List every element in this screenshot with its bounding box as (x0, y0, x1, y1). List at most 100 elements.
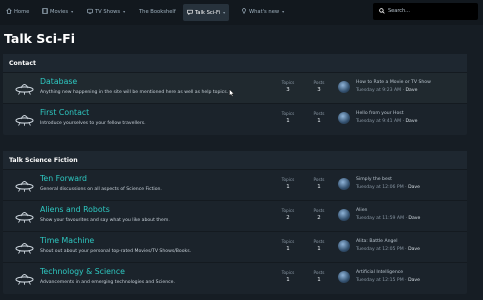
last-post-title-link[interactable]: How to Rate a Movie or TV Show (356, 80, 431, 85)
forum-row[interactable]: Database Anything new happening in the si… (3, 73, 467, 104)
topics-stat: Topics 3 (276, 80, 300, 93)
last-post-time[interactable]: Tuesday at 9:23 AM (356, 88, 401, 93)
topics-stat: Topics 1 (276, 239, 300, 252)
posts-stat: Posts 3 (307, 80, 331, 93)
forum-title-link[interactable]: Database (40, 77, 77, 86)
last-post-title-link[interactable]: Simply the best (356, 177, 392, 182)
posts-count: 1 (317, 246, 321, 252)
last-post-meta: Tuesday at 12:05 PM · Dave (356, 247, 420, 252)
forum-description: Anything new happening in the site will … (40, 90, 229, 95)
ufo-icon (15, 83, 34, 95)
forum-row[interactable]: Time Machine Shout out about your persona… (3, 232, 467, 263)
avatar[interactable] (338, 209, 350, 221)
last-post-time[interactable]: Tuesday at 11:59 AM (356, 216, 404, 221)
avatar[interactable] (338, 112, 350, 124)
ufo-icon (15, 211, 34, 223)
posts-label: Posts (313, 111, 325, 116)
posts-stat: Posts 1 (307, 270, 331, 283)
topics-stat: Topics 1 (276, 111, 300, 124)
forum-description: Introduce yourselves to your fellow trav… (40, 121, 146, 126)
last-post-meta: Tuesday at 12:06 PM · Dave (356, 185, 420, 190)
last-post-time[interactable]: Tuesday at 12:05 PM (356, 247, 404, 252)
nav-talk-sci-fi[interactable]: Talk Sci-Fi ▾ (183, 4, 230, 21)
nav-tv-shows-label: TV Shows (95, 9, 121, 15)
forum-description: General discussions on all aspects of Sc… (40, 187, 162, 192)
last-post-user[interactable]: Dave (408, 278, 420, 283)
last-post-time[interactable]: Tuesday at 12:15 PM (356, 278, 404, 283)
avatar[interactable] (338, 240, 350, 252)
topics-count: 1 (286, 277, 290, 283)
nav-movies-label: Movies (50, 9, 69, 15)
film-icon (42, 8, 48, 14)
avatar[interactable] (338, 81, 350, 93)
avatar[interactable] (338, 178, 350, 190)
posts-label: Posts (313, 80, 325, 85)
last-post-title-link[interactable]: Alita: Battle Angel (356, 239, 398, 244)
ufo-icon (15, 273, 34, 285)
last-post-title-link[interactable]: Hello from your Host (356, 111, 404, 116)
ufo-icon (15, 114, 34, 126)
section-talk-science-fiction: Talk Science Fiction Ten Forward General … (3, 151, 467, 294)
topics-count: 1 (286, 246, 290, 252)
last-post-time[interactable]: Tuesday at 9:41 AM (356, 119, 401, 124)
nav-whats-new-label: What's new (249, 9, 280, 15)
nav-movies[interactable]: Movies ▾ (42, 7, 73, 17)
last-post-user[interactable]: Dave (408, 185, 420, 190)
nav-whats-new[interactable]: What's new ▾ (241, 7, 284, 17)
forum-title-link[interactable]: Time Machine (40, 236, 94, 245)
posts-label: Posts (313, 177, 325, 182)
search-box[interactable]: Search... (373, 3, 478, 20)
last-post-user[interactable]: Dave (408, 247, 420, 252)
search-input[interactable]: Search... (388, 3, 410, 20)
forum-row[interactable]: First Contact Introduce yourselves to you… (3, 104, 467, 135)
last-post-user[interactable]: Dave (406, 119, 418, 124)
posts-label: Posts (313, 270, 325, 275)
last-post-title-link[interactable]: Artificial Intelligence (356, 270, 403, 275)
posts-count: 2 (317, 215, 321, 221)
forum-row[interactable]: Aliens and Robots Show your favourites an… (3, 201, 467, 232)
nav-home[interactable]: Home (6, 7, 29, 17)
chat-icon (187, 9, 193, 15)
last-post-time[interactable]: Tuesday at 12:06 PM (356, 185, 404, 190)
posts-label: Posts (313, 208, 325, 213)
posts-count: 1 (317, 118, 321, 124)
posts-count: 3 (317, 87, 321, 93)
topics-stat: Topics 1 (276, 270, 300, 283)
forum-description: Show your favourites and say what you li… (40, 218, 170, 223)
posts-stat: Posts 2 (307, 208, 331, 221)
ufo-icon (15, 242, 34, 254)
nav-bookshelf-label: The Bookshelf (139, 9, 176, 15)
forum-title-link[interactable]: First Contact (40, 108, 89, 117)
last-post-user[interactable]: Dave (406, 88, 418, 93)
last-post-title-link[interactable]: Alien (356, 208, 367, 213)
topics-label: Topics (281, 177, 295, 182)
topics-count: 1 (286, 118, 290, 124)
avatar[interactable] (338, 271, 350, 283)
forum-row[interactable]: Ten Forward General discussions on all as… (3, 170, 467, 201)
chevron-down-icon[interactable]: ▾ (71, 7, 73, 17)
topics-label: Topics (281, 111, 295, 116)
section-title[interactable]: Contact (3, 54, 467, 73)
chevron-down-icon[interactable]: ▾ (223, 4, 225, 21)
forum-title-link[interactable]: Technology & Science (40, 267, 125, 276)
last-post-meta: Tuesday at 12:15 PM · Dave (356, 278, 420, 283)
forum-row[interactable]: Technology & Science Advancements in and … (3, 263, 467, 294)
forum-title-link[interactable]: Ten Forward (40, 174, 87, 183)
pin-icon (242, 8, 246, 14)
forum-title-link[interactable]: Aliens and Robots (40, 205, 110, 214)
nav-tv-shows[interactable]: TV Shows ▾ (87, 7, 125, 17)
nav-home-label: Home (14, 9, 30, 15)
topics-count: 3 (286, 87, 290, 93)
chevron-down-icon[interactable]: ▾ (123, 7, 125, 17)
nav-talk-sci-fi-label: Talk Sci-Fi (195, 10, 221, 16)
posts-count: 1 (317, 184, 321, 190)
topics-label: Topics (281, 80, 295, 85)
nav-bookshelf[interactable]: The Bookshelf (139, 7, 176, 17)
posts-stat: Posts 1 (307, 111, 331, 124)
last-post-user[interactable]: Dave (408, 216, 420, 221)
home-icon (6, 8, 12, 14)
page-title: Talk Sci-Fi (4, 31, 76, 46)
chevron-down-icon[interactable]: ▾ (282, 7, 284, 17)
posts-stat: Posts 1 (307, 177, 331, 190)
section-title[interactable]: Talk Science Fiction (3, 151, 467, 170)
